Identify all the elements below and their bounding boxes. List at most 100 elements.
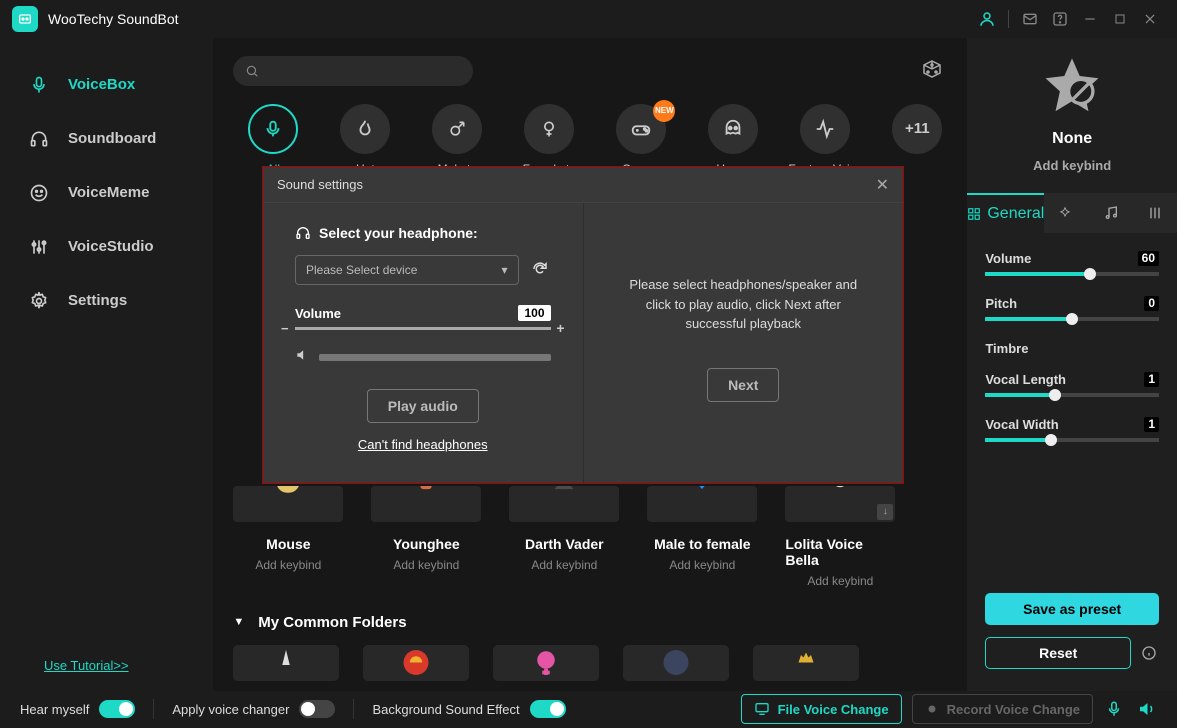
tab-music[interactable]	[1089, 193, 1133, 233]
sidebar-item-label: VoiceBox	[68, 76, 135, 93]
modal-title: Sound settings	[277, 177, 363, 192]
sound-settings-modal: Sound settings ✕ Select your headphone: …	[263, 167, 903, 483]
record-voice-change-button[interactable]: Record Voice Change	[912, 694, 1093, 724]
download-icon: ↓	[877, 504, 893, 520]
sidebar-item-voicememe[interactable]: VoiceMeme	[0, 166, 213, 220]
minus-icon[interactable]: −	[281, 321, 289, 336]
maximize-icon[interactable]	[1105, 4, 1135, 34]
sliders-icon	[28, 236, 50, 258]
voice-item[interactable]: Mouse Add keybind	[233, 486, 343, 588]
tab-general[interactable]: General	[967, 193, 1044, 233]
folder-item[interactable]	[233, 645, 339, 681]
speaker-icon	[295, 348, 309, 367]
category-games[interactable]: NEW Games	[611, 104, 671, 176]
voice-grid: Mouse Add keybind Younghee Add keybind D…	[233, 486, 947, 588]
modal-volume-slider[interactable]: − +	[295, 327, 551, 330]
modal-volume-value: 100	[518, 305, 550, 321]
volume-slider[interactable]	[985, 272, 1159, 276]
plus-icon[interactable]: +	[556, 320, 564, 336]
folder-item[interactable]	[363, 645, 469, 681]
category-horror[interactable]: Horror	[703, 104, 763, 176]
mic-footer-icon[interactable]	[1103, 698, 1125, 720]
voice-item[interactable]: Younghee Add keybind	[371, 486, 481, 588]
category-female-to[interactable]: Female to	[519, 104, 579, 176]
modal-instruction: Please select headphones/speaker and cli…	[616, 275, 872, 334]
gear-icon	[28, 290, 50, 312]
monitor-icon	[754, 701, 770, 717]
apply-changer-label: Apply voice changer	[172, 702, 289, 717]
tab-eq[interactable]	[1133, 193, 1177, 233]
apply-changer-toggle[interactable]	[299, 700, 335, 718]
folder-item[interactable]	[753, 645, 859, 681]
minimize-icon[interactable]	[1075, 4, 1105, 34]
section-folders[interactable]: ▼ My Common Folders	[233, 614, 947, 631]
category-male-to[interactable]: Male to	[427, 104, 487, 176]
headphones-icon	[295, 225, 311, 241]
sidebar-item-label: Soundboard	[68, 130, 156, 147]
refresh-icon[interactable]	[531, 260, 551, 280]
sidebar-item-voicebox[interactable]: VoiceBox	[0, 58, 213, 112]
search-input[interactable]	[233, 56, 473, 86]
category-feature[interactable]: Feature Voice	[795, 104, 855, 176]
folder-item[interactable]	[493, 645, 599, 681]
audio-level-bar	[319, 354, 551, 361]
hear-myself-toggle[interactable]	[99, 700, 135, 718]
reset-button[interactable]: Reset	[985, 637, 1131, 669]
sidebar-item-voicestudio[interactable]: VoiceStudio	[0, 220, 213, 274]
app-logo	[12, 6, 38, 32]
bottom-bar: Hear myself Apply voice changer Backgrou…	[0, 691, 1177, 728]
pitch-slider[interactable]	[985, 317, 1159, 321]
vocal-length-slider[interactable]	[985, 393, 1159, 397]
cant-find-link[interactable]: Can't find headphones	[295, 437, 551, 452]
sidebar: VoiceBox Soundboard VoiceMeme VoiceStudi…	[0, 38, 213, 691]
record-icon	[925, 702, 939, 716]
category-more[interactable]: +11	[887, 104, 947, 176]
bg-effect-label: Background Sound Effect	[372, 702, 519, 717]
voice-item[interactable]: Darth Vader Add keybind	[509, 486, 619, 588]
tab-effects[interactable]	[1044, 193, 1088, 233]
category-row: All Hot Male to Female to NEW Game	[233, 104, 947, 176]
titlebar: WooTechy SoundBot	[0, 0, 1177, 38]
headphones-icon	[28, 128, 50, 150]
preset-title: None	[967, 130, 1177, 148]
chevron-down-icon: ▼	[233, 616, 244, 628]
sidebar-item-label: Settings	[68, 292, 127, 309]
file-voice-change-button[interactable]: File Voice Change	[741, 694, 902, 724]
modal-volume-label: Volume	[295, 306, 341, 321]
hear-myself-label: Hear myself	[20, 702, 89, 717]
app-title: WooTechy SoundBot	[48, 11, 179, 27]
sidebar-item-settings[interactable]: Settings	[0, 274, 213, 328]
device-select[interactable]: Please Select device ▾	[295, 255, 519, 285]
speaker-footer-icon[interactable]	[1135, 698, 1157, 720]
category-hot[interactable]: Hot	[335, 104, 395, 176]
smile-icon	[28, 182, 50, 204]
voice-item[interactable]: ↓ Lolita Voice Bella Add keybind	[785, 486, 895, 588]
save-preset-button[interactable]: Save as preset	[985, 593, 1159, 625]
chevron-down-icon: ▾	[501, 263, 507, 277]
sidebar-item-soundboard[interactable]: Soundboard	[0, 112, 213, 166]
sidebar-item-label: VoiceMeme	[68, 184, 149, 201]
info-icon[interactable]	[1139, 645, 1159, 661]
folder-item[interactable]	[623, 645, 729, 681]
help-icon[interactable]	[1045, 4, 1075, 34]
mic-icon	[28, 74, 50, 96]
vocal-width-slider[interactable]	[985, 438, 1159, 442]
close-icon[interactable]	[1135, 4, 1165, 34]
tutorial-link[interactable]: Use Tutorial>>	[0, 658, 213, 691]
sidebar-item-label: VoiceStudio	[68, 238, 154, 255]
random-icon[interactable]	[917, 56, 947, 86]
modal-close-icon[interactable]: ✕	[876, 175, 889, 195]
voice-item[interactable]: Male to female Add keybind	[647, 486, 757, 588]
new-badge: NEW	[653, 100, 675, 122]
category-all[interactable]: All	[243, 104, 303, 176]
user-icon[interactable]	[972, 4, 1002, 34]
headphone-label: Select your headphone:	[295, 225, 551, 241]
next-button[interactable]: Next	[707, 368, 779, 402]
search-icon	[245, 64, 259, 78]
play-audio-button[interactable]: Play audio	[367, 389, 479, 423]
preset-keybind[interactable]: Add keybind	[967, 158, 1177, 173]
mail-icon[interactable]	[1015, 4, 1045, 34]
controls: Volume60 Pitch0 Timbre Vocal Length1 Voc…	[967, 233, 1177, 462]
bg-effect-toggle[interactable]	[530, 700, 566, 718]
preset-star-icon	[1039, 54, 1105, 120]
